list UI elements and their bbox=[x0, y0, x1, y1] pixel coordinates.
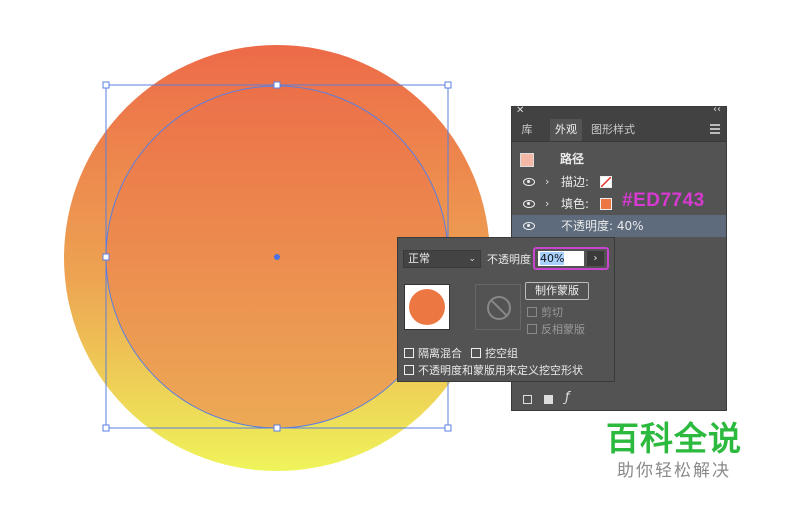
blend-mode-select[interactable]: 正常 ⌄ bbox=[403, 250, 481, 268]
clip-label: 剪切 bbox=[541, 306, 563, 319]
opacity-slider-button[interactable]: › bbox=[587, 251, 604, 266]
eye-icon[interactable] bbox=[523, 178, 535, 186]
clip-checkbox[interactable] bbox=[527, 307, 537, 317]
opacity-row[interactable]: 不透明度: 40% bbox=[512, 215, 726, 237]
add-fill-icon[interactable] bbox=[544, 395, 553, 404]
object-thumbnail[interactable] bbox=[404, 284, 450, 330]
invert-mask-checkbox[interactable] bbox=[527, 324, 537, 334]
collapse-icon[interactable]: ‹‹ bbox=[713, 104, 721, 115]
object-row[interactable]: 路径 bbox=[512, 148, 726, 170]
opacity-row-label: 不透明度: 40% bbox=[561, 219, 644, 233]
fill-label: 填色: bbox=[561, 197, 590, 211]
center-point bbox=[274, 254, 280, 260]
fx-icon[interactable]: ƒ bbox=[565, 390, 570, 405]
watermark-subtitle: 助你轻松解决 bbox=[617, 461, 731, 481]
stroke-swatch[interactable] bbox=[600, 176, 612, 188]
watermark-title: 百科全说 bbox=[606, 419, 742, 458]
opacity-mask-knockout-label: 不透明度和蒙版用来定义挖空形状 bbox=[418, 364, 583, 377]
transparency-popup: 正常 ⌄ 不透明度 40% › 制作蒙版 剪切 反相蒙版 隔离混合 挖空组 不透… bbox=[397, 237, 615, 382]
fill-hex-annotation: #ED7743 bbox=[622, 190, 705, 211]
blend-mode-value: 正常 bbox=[408, 252, 430, 265]
tab-appearance[interactable]: 外观 bbox=[550, 119, 582, 141]
tab-libraries[interactable]: 库 bbox=[512, 119, 542, 141]
chevron-down-icon: ⌄ bbox=[468, 254, 476, 264]
panel-titlebar: ✕ ‹‹ bbox=[512, 104, 726, 119]
make-mask-button[interactable]: 制作蒙版 bbox=[525, 282, 589, 300]
isolate-blending-checkbox[interactable] bbox=[404, 348, 414, 358]
knockout-group-label: 挖空组 bbox=[485, 347, 518, 360]
stroke-label: 描边: bbox=[561, 175, 590, 189]
no-mask-icon bbox=[487, 296, 511, 320]
chevron-right-icon[interactable]: › bbox=[545, 171, 549, 193]
invert-mask-label: 反相蒙版 bbox=[541, 323, 585, 336]
isolate-blending-label: 隔离混合 bbox=[418, 347, 462, 360]
knockout-group-checkbox[interactable] bbox=[471, 348, 481, 358]
panel-bottom-bar: ƒ bbox=[511, 387, 571, 409]
panel-tabs: 库 外观 图形样式 bbox=[512, 119, 726, 142]
panel-menu-icon[interactable] bbox=[710, 124, 720, 134]
eye-icon[interactable] bbox=[523, 222, 535, 230]
mask-thumbnail[interactable] bbox=[475, 284, 521, 330]
eye-icon[interactable] bbox=[523, 200, 535, 208]
object-label: 路径 bbox=[560, 152, 585, 166]
opacity-label: 不透明度 bbox=[487, 253, 531, 266]
object-thumbnail bbox=[520, 153, 534, 167]
opacity-mask-knockout-checkbox[interactable] bbox=[404, 365, 414, 375]
opacity-highlight: 40% › bbox=[533, 247, 609, 270]
chevron-right-icon[interactable]: › bbox=[545, 193, 549, 215]
opacity-input[interactable]: 40% bbox=[538, 251, 584, 266]
fill-swatch[interactable] bbox=[600, 198, 612, 210]
add-stroke-icon[interactable] bbox=[523, 395, 532, 404]
tab-graphic-styles[interactable]: 图形样式 bbox=[584, 119, 642, 141]
close-icon[interactable]: ✕ bbox=[516, 105, 524, 116]
